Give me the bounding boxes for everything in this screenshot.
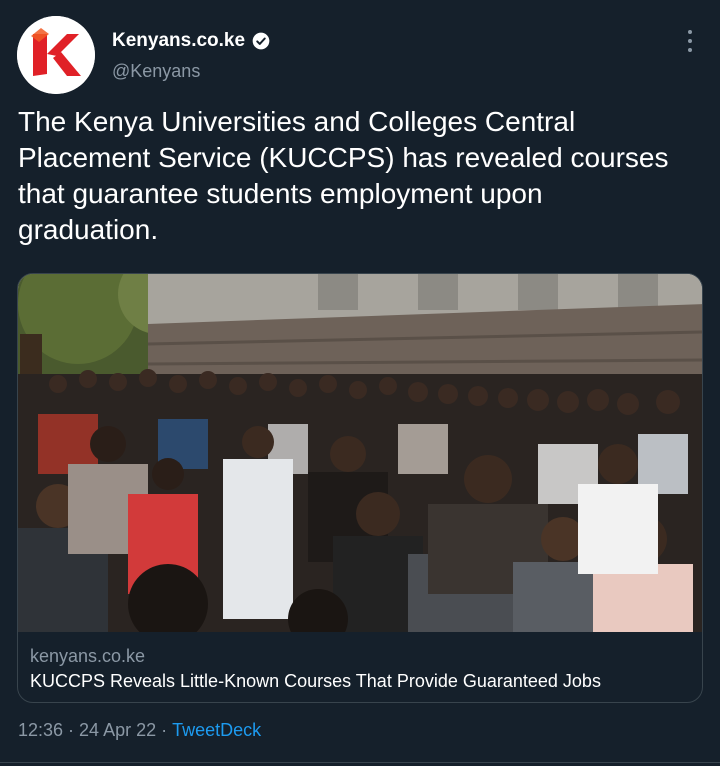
- kenyans-logo: [17, 16, 95, 94]
- tweet-date[interactable]: 24 Apr 22: [79, 720, 156, 741]
- avatar[interactable]: [17, 16, 95, 94]
- tweet-source-link[interactable]: TweetDeck: [172, 720, 261, 741]
- author-display-name[interactable]: Kenyans.co.ke: [112, 30, 271, 52]
- author-handle[interactable]: @Kenyans: [112, 61, 200, 82]
- card-title: KUCCPS Reveals Little-Known Courses That…: [30, 671, 601, 691]
- tweet-time[interactable]: 12:36: [18, 720, 63, 741]
- verified-badge-icon: [252, 32, 270, 50]
- tweet-text: The Kenya Universities and Colleges Cent…: [18, 106, 669, 245]
- display-name-text: Kenyans.co.ke: [112, 30, 246, 51]
- card-domain: kenyans.co.ke: [30, 646, 146, 666]
- tweet-metadata: 12:36 · 24 Apr 22 · TweetDeck: [18, 720, 261, 741]
- divider: [0, 762, 720, 763]
- more-options-icon[interactable]: [680, 26, 700, 56]
- separator: ·: [156, 720, 173, 740]
- link-card[interactable]: kenyans.co.ke KUCCPS Reveals Little-Know…: [17, 273, 703, 703]
- separator: ·: [63, 720, 80, 740]
- crowd-photo: [18, 274, 702, 632]
